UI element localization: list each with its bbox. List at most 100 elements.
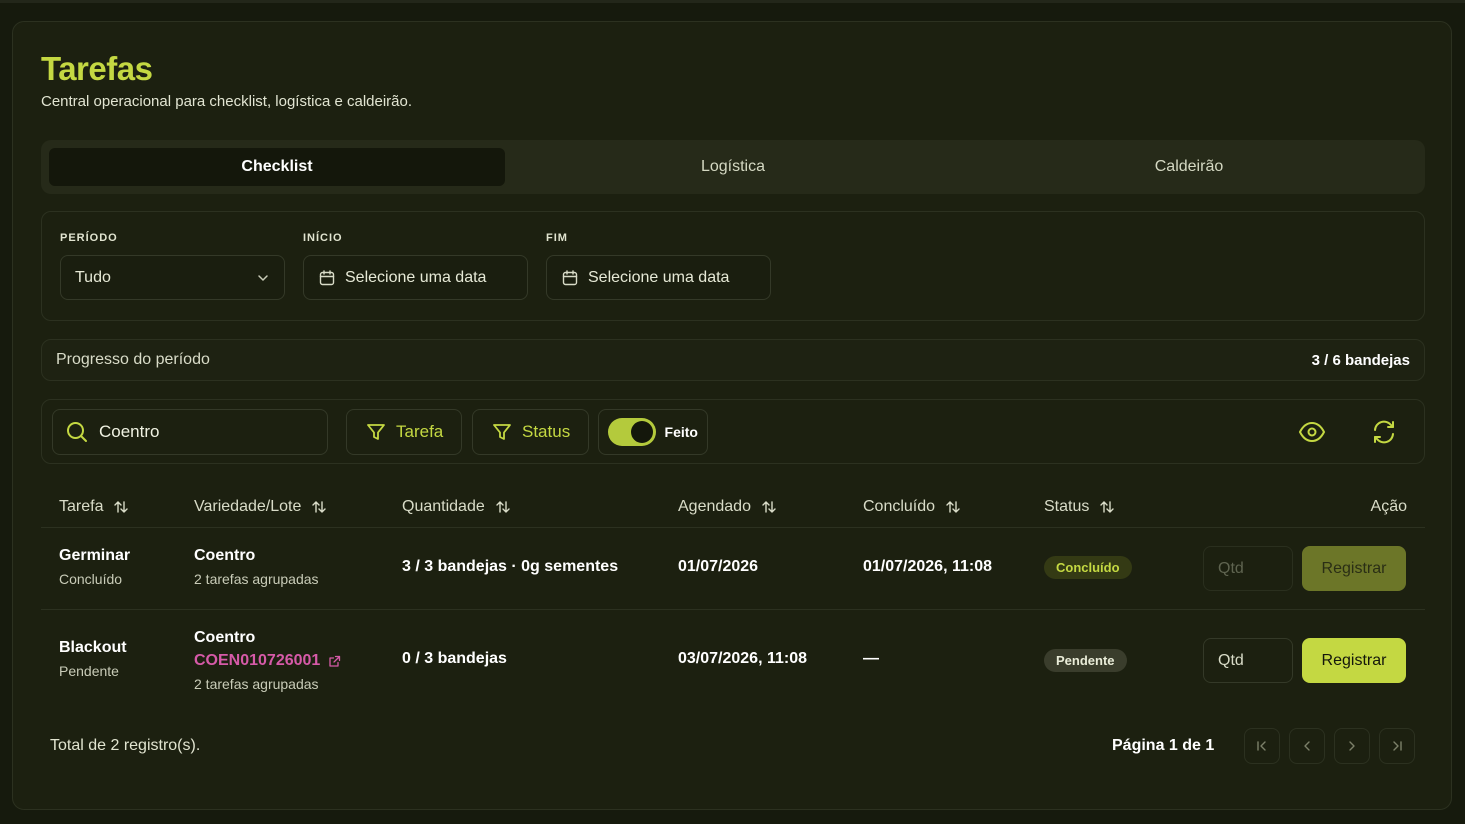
row-tarefa-status: Concluído [59,571,123,587]
inicio-filter: INÍCIO Selecione uma data [303,232,528,300]
filters-panel: PERÍODO Tudo INÍCIO Selecione uma data F… [41,211,1425,321]
chevron-left-icon [1304,741,1310,751]
top-border [0,0,1465,3]
sort-icon [762,501,776,513]
table-toolbar: Coentro Tarefa Status Feito [41,399,1425,464]
search-value: Coentro [99,422,160,441]
row-concluido: 01/07/2026, 11:08 [863,558,993,575]
calendar-icon [562,269,578,285]
toggle-knob [630,421,653,443]
col-status-label: Status [1044,498,1090,515]
lote-link[interactable]: COEN010726001 [194,652,341,670]
next-page-button[interactable] [1334,728,1370,764]
feito-toggle[interactable] [608,418,656,446]
lote-code: COEN010726001 [194,652,341,670]
chevrons-first-icon [1257,741,1266,751]
fim-placeholder: Selecione uma data [588,268,730,286]
registrar-button[interactable]: Registrar [1302,638,1406,683]
progress-label: Progresso do período [56,351,210,368]
calendar-icon [319,269,335,285]
feito-toggle-container: Feito [598,409,708,455]
tab-caldeirao[interactable]: Caldeirão [961,148,1417,186]
registrar-button[interactable]: Registrar [1302,546,1406,591]
row-variedade: Coentro [194,629,256,646]
tarefa-filter-label: Tarefa [396,422,444,441]
sort-icon [114,501,129,513]
filter-icon [493,424,511,440]
search-input[interactable]: Coentro [52,409,328,455]
sort-icon [946,501,960,513]
status-filter-button[interactable]: Status [472,409,590,455]
col-agendado-label: Agendado [678,498,751,515]
external-link-icon [329,655,341,667]
qtd-input[interactable]: Qtd [1203,638,1293,683]
search-icon [67,422,87,442]
feito-label: Feito [664,424,698,440]
first-page-button[interactable] [1244,728,1280,764]
status-badge: Pendente [1044,649,1127,672]
col-acao: Ação [1371,498,1407,516]
chevron-right-icon [1349,741,1355,751]
inicio-placeholder: Selecione uma data [345,268,487,286]
eye-icon[interactable] [1298,418,1326,446]
row-agendado: 03/07/2026, 11:08 [678,650,808,667]
periodo-value: Tudo [75,268,111,286]
progress-bar-panel: Progresso do período 3 / 6 bandejas [41,339,1425,381]
col-concluido-label: Concluído [863,498,936,515]
row-agrupadas: 2 tarefas agrupadas [194,571,319,587]
col-tarefa[interactable]: Tarefa [59,498,129,516]
tab-checklist[interactable]: Checklist [49,148,505,186]
refresh-icon[interactable] [1370,418,1398,446]
table-row: Blackout Pendente Coentro COEN010726001 … [41,610,1425,702]
tasks-card: Tarefas Central operacional para checkli… [12,21,1452,810]
row-tarefa: Blackout [59,639,127,656]
row-tarefa: Germinar [59,547,131,564]
progress-value: 3 / 6 bandejas [1311,351,1410,369]
filter-icon [367,424,385,440]
inicio-date-picker[interactable]: Selecione uma data [303,255,528,300]
chevron-down-icon [258,274,268,281]
tabs-bar: Checklist Logística Caldeirão [41,140,1425,194]
sort-icon [1100,501,1115,513]
fim-filter: FIM Selecione uma data [546,232,771,300]
col-quantidade[interactable]: Quantidade [402,498,511,516]
row-concluido: — [863,650,879,667]
status-filter-label: Status [522,422,571,441]
col-agendado[interactable]: Agendado [678,498,777,516]
page-info: Página 1 de 1 [1112,737,1215,754]
page-title: Tarefas [41,50,153,87]
col-concluido[interactable]: Concluído [863,498,961,516]
col-acao-label: Ação [1370,498,1407,515]
row-quantidade: 3 / 3 bandejas · 0g sementes [402,558,619,575]
page-subtitle: Central operacional para checklist, logí… [41,93,413,110]
inicio-label: INÍCIO [303,232,343,244]
table-header: Tarefa Variedade/Lote Quantidade Agendad… [41,484,1425,528]
fim-label: FIM [546,232,568,244]
row-agendado: 01/07/2026 [678,558,759,575]
row-variedade: Coentro [194,547,256,564]
total-records: Total de 2 registro(s). [50,737,201,754]
row-tarefa-status: Pendente [59,663,119,679]
sort-icon [312,501,327,513]
col-variedade-label: Variedade/Lote [194,498,302,515]
qtd-input[interactable]: Qtd [1203,546,1293,591]
chevrons-last-icon [1393,741,1402,751]
col-quantidade-label: Quantidade [402,498,485,515]
row-quantidade: 0 / 3 bandejas [402,650,507,667]
lote-text: COEN010726001 [194,652,321,669]
fim-date-picker[interactable]: Selecione uma data [546,255,771,300]
col-status[interactable]: Status [1044,498,1115,516]
tab-logistica[interactable]: Logística [505,148,961,186]
periodo-select[interactable]: Tudo [60,255,285,300]
periodo-filter: PERÍODO Tudo [60,232,285,300]
tarefa-filter-button[interactable]: Tarefa [346,409,463,455]
table-row: Germinar Concluído Coentro 2 tarefas agr… [41,528,1425,610]
status-badge: Concluído [1044,556,1132,579]
last-page-button[interactable] [1379,728,1415,764]
sort-icon [496,501,510,513]
prev-page-button[interactable] [1289,728,1325,764]
periodo-label: PERÍODO [60,232,118,244]
row-agrupadas: 2 tarefas agrupadas [194,676,319,692]
col-variedade[interactable]: Variedade/Lote [194,498,327,516]
col-tarefa-label: Tarefa [59,498,104,515]
